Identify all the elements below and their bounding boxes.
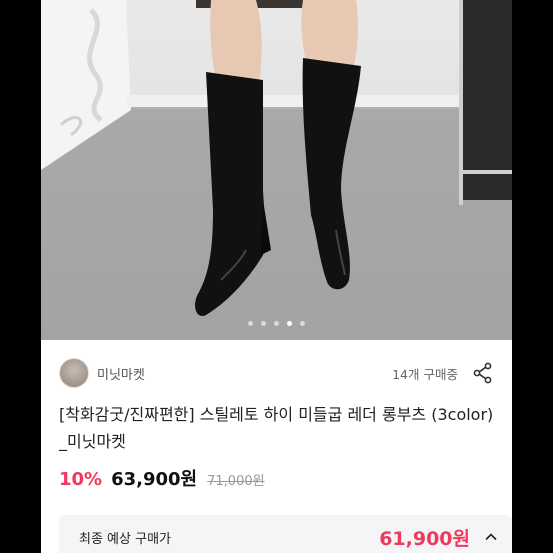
carousel-pagination bbox=[41, 321, 512, 326]
carousel-dot[interactable] bbox=[287, 321, 292, 326]
final-price-label: 최종 예상 구매가 bbox=[79, 531, 171, 547]
final-price: 61,900원 bbox=[379, 527, 470, 550]
price-row: 10% 63,900원 71,000원 bbox=[59, 465, 265, 491]
carousel-dot[interactable] bbox=[261, 321, 266, 326]
buyers-count: 14개 구매중 bbox=[392, 366, 458, 382]
sale-price: 63,900원 bbox=[111, 469, 198, 490]
share-icon[interactable] bbox=[472, 362, 494, 384]
product-title: [착화감굿/진짜편한] 스틸레토 하이 미들굽 레더 롱부츠 (3color) … bbox=[59, 405, 494, 451]
discount-rate: 10% bbox=[59, 469, 103, 490]
carousel-dot[interactable] bbox=[300, 321, 305, 326]
seller-avatar[interactable] bbox=[59, 358, 89, 388]
seller-row: 미닛마켓 14개 구매중 bbox=[59, 356, 494, 390]
chevron-up-icon[interactable] bbox=[484, 530, 498, 544]
product-detail-screen: 미닛마켓 14개 구매중 [착화감굿/진짜편한] 스틸레토 하이 미들굽 레더 … bbox=[41, 0, 512, 553]
final-price-box[interactable]: 최종 예상 구매가 61,900원 bbox=[59, 515, 512, 553]
product-photo bbox=[41, 0, 512, 316]
carousel-dot[interactable] bbox=[248, 321, 253, 326]
seller-name[interactable]: 미닛마켓 bbox=[97, 364, 145, 383]
original-price: 71,000원 bbox=[207, 474, 265, 489]
carousel-dot[interactable] bbox=[274, 321, 279, 326]
product-image-carousel[interactable] bbox=[41, 0, 512, 340]
